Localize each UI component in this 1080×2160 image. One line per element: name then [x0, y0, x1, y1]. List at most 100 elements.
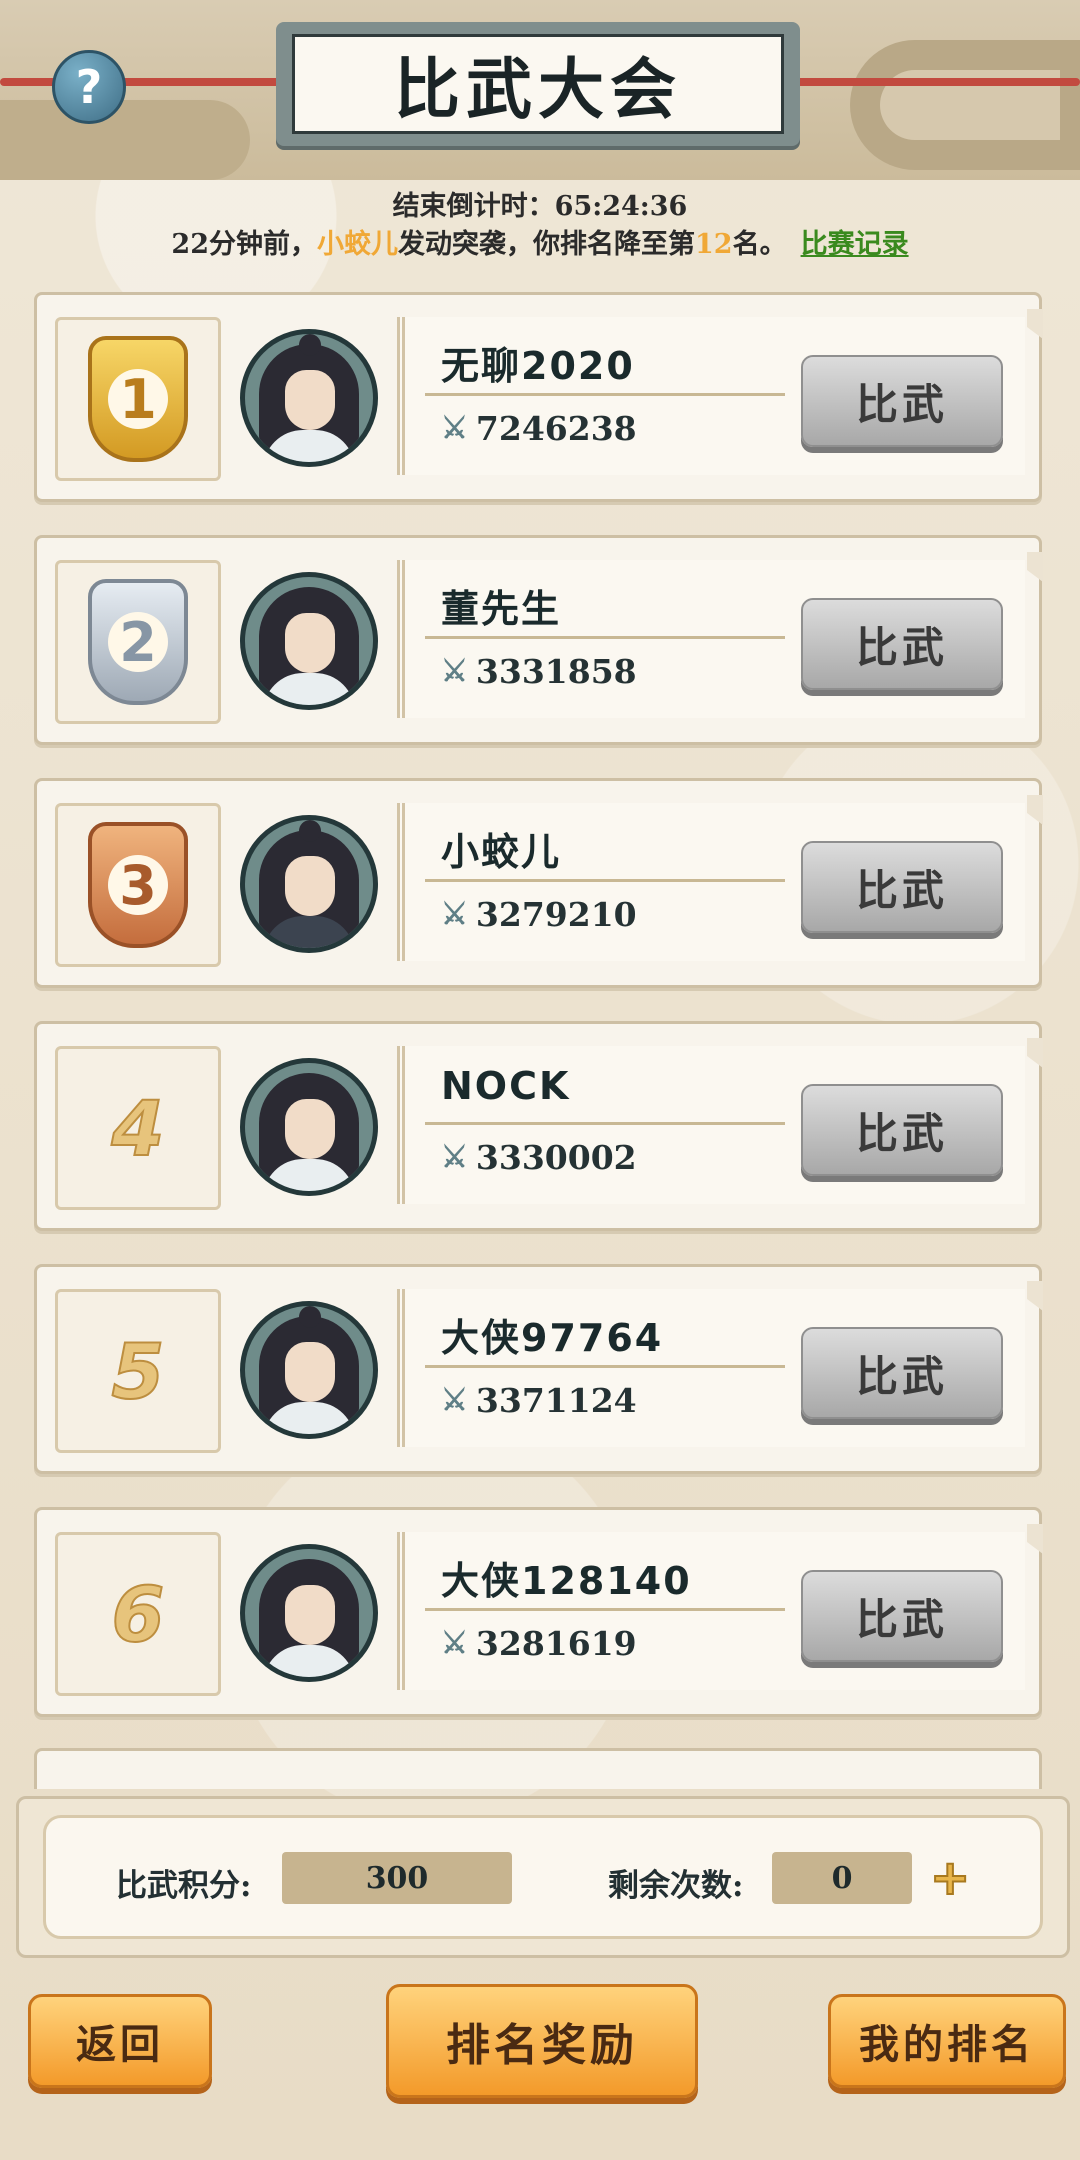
- attacker-name: 小蛟儿: [317, 229, 398, 260]
- match-record-link[interactable]: 比赛记录: [801, 229, 909, 260]
- divider: [425, 1122, 785, 1125]
- paper-tear: [1027, 1281, 1043, 1311]
- player-row: 5 大侠97764 ⚔ 3371124 比武: [34, 1264, 1043, 1474]
- player-power: ⚔ 3279210: [441, 895, 637, 934]
- power-value: 7246238: [475, 409, 637, 448]
- points-label: 比武积分:: [116, 1868, 252, 1904]
- player-info: 董先生 ⚔ 3331858 比武: [397, 560, 1025, 718]
- avatar[interactable]: [240, 815, 378, 953]
- player-power: ⚔ 3281619: [441, 1624, 637, 1663]
- page-title: 比武大会: [292, 34, 784, 134]
- player-row: 3 小蛟儿 ⚔ 3279210 比武: [34, 778, 1043, 988]
- power-value: 3279210: [475, 895, 637, 934]
- crossed-swords-icon: ⚔: [441, 897, 468, 932]
- player-info: 小蛟儿 ⚔ 3279210 比武: [397, 803, 1025, 961]
- player-row: 6 大侠128140 ⚔ 3281619 比武: [34, 1507, 1043, 1717]
- player-info: 大侠128140 ⚔ 3281619 比武: [397, 1532, 1025, 1690]
- power-value: 3330002: [475, 1138, 637, 1177]
- avatar[interactable]: [240, 329, 378, 467]
- player-power: ⚔ 3371124: [441, 1381, 637, 1420]
- fight-button[interactable]: 比武: [801, 1084, 1003, 1176]
- crossed-swords-icon: ⚔: [441, 1626, 468, 1661]
- player-name: 大侠97764: [441, 1316, 664, 1360]
- title-board: 比武大会: [276, 22, 800, 146]
- player-row-partial: [34, 1748, 1042, 1789]
- player-name: 董先生: [441, 587, 562, 631]
- gold-medal-icon: 1: [88, 336, 188, 462]
- rank-number: 4: [111, 1083, 166, 1174]
- rope-decoration: [780, 78, 1080, 86]
- notice-suffix: 名。: [732, 229, 787, 260]
- attack-notice: 22分钟前，小蛟儿发动突袭，你排名降至第12名。 比赛记录: [0, 222, 1080, 261]
- player-power: ⚔ 3331858: [441, 652, 637, 691]
- player-name: 小蛟儿: [441, 830, 562, 874]
- rank-box: 5: [55, 1289, 221, 1453]
- back-button[interactable]: 返回: [28, 1994, 212, 2088]
- paper-tear: [1027, 1524, 1043, 1554]
- avatar[interactable]: [240, 1301, 378, 1439]
- fight-button[interactable]: 比武: [801, 355, 1003, 447]
- paper-tear: [1027, 309, 1043, 339]
- avatar[interactable]: [240, 1544, 378, 1682]
- rank-reward-button[interactable]: 排名奖励: [386, 1984, 698, 2098]
- rank-number: 3: [108, 854, 168, 917]
- points-value: 300: [282, 1852, 512, 1904]
- divider: [425, 1365, 785, 1368]
- plus-icon[interactable]: +: [929, 1853, 971, 1903]
- stats-panel: 比武积分: 300 剩余次数: 0 +: [16, 1796, 1070, 1958]
- player-power: ⚔ 3330002: [441, 1138, 637, 1177]
- question-icon: ?: [75, 60, 103, 114]
- paper-tear: [1027, 1038, 1043, 1068]
- my-rank-button[interactable]: 我的排名: [828, 1994, 1066, 2088]
- crossed-swords-icon: ⚔: [441, 1383, 468, 1418]
- remaining-label: 剩余次数:: [608, 1868, 744, 1904]
- notice-middle: 发动突袭，你排名降至第: [398, 229, 695, 260]
- current-rank: 12: [695, 229, 733, 260]
- countdown-label: 结束倒计时：: [392, 191, 555, 222]
- help-button[interactable]: ?: [52, 50, 126, 124]
- remaining-value: 0: [772, 1852, 912, 1904]
- fight-button[interactable]: 比武: [801, 1327, 1003, 1419]
- rank-box: 6: [55, 1532, 221, 1696]
- rank-box: 1: [55, 317, 221, 481]
- divider: [425, 636, 785, 639]
- rope-decoration: [0, 78, 300, 86]
- divider: [425, 393, 785, 396]
- silver-medal-icon: 2: [88, 579, 188, 705]
- player-name: 大侠128140: [441, 1559, 692, 1603]
- player-info: 无聊2020 ⚔ 7246238 比武: [397, 317, 1025, 475]
- player-row: 2 董先生 ⚔ 3331858 比武: [34, 535, 1043, 745]
- fight-button[interactable]: 比武: [801, 841, 1003, 933]
- notice-prefix: 22分钟前，: [171, 229, 317, 260]
- player-name: 无聊2020: [441, 344, 635, 388]
- fight-button[interactable]: 比武: [801, 598, 1003, 690]
- rank-number: 6: [111, 1569, 166, 1660]
- rank-number: 5: [111, 1326, 166, 1417]
- divider: [425, 1608, 785, 1611]
- player-name: NOCK: [441, 1064, 571, 1108]
- divider: [425, 879, 785, 882]
- cloud-decoration: [0, 100, 250, 180]
- rank-number: 1: [108, 368, 168, 431]
- countdown: 结束倒计时：65:24:36: [0, 184, 1080, 223]
- power-value: 3281619: [475, 1624, 637, 1663]
- player-row: 1 无聊2020 ⚔ 7246238 比武: [34, 292, 1043, 502]
- countdown-value: 65:24:36: [554, 191, 688, 222]
- crossed-swords-icon: ⚔: [441, 411, 468, 446]
- rank-box: 3: [55, 803, 221, 967]
- player-power: ⚔ 7246238: [441, 409, 637, 448]
- player-row: 4 NOCK ⚔ 3330002 比武: [34, 1021, 1043, 1231]
- player-info: NOCK ⚔ 3330002 比武: [397, 1046, 1025, 1204]
- avatar[interactable]: [240, 1058, 378, 1196]
- power-value: 3331858: [475, 652, 637, 691]
- crossed-swords-icon: ⚔: [441, 654, 468, 689]
- rank-box: 4: [55, 1046, 221, 1210]
- rank-box: 2: [55, 560, 221, 724]
- paper-tear: [1027, 552, 1043, 582]
- rank-number: 2: [108, 611, 168, 674]
- bronze-medal-icon: 3: [88, 822, 188, 948]
- fight-button[interactable]: 比武: [801, 1570, 1003, 1662]
- avatar[interactable]: [240, 572, 378, 710]
- player-info: 大侠97764 ⚔ 3371124 比武: [397, 1289, 1025, 1447]
- stats-inner: 比武积分: 300 剩余次数: 0 +: [43, 1815, 1043, 1939]
